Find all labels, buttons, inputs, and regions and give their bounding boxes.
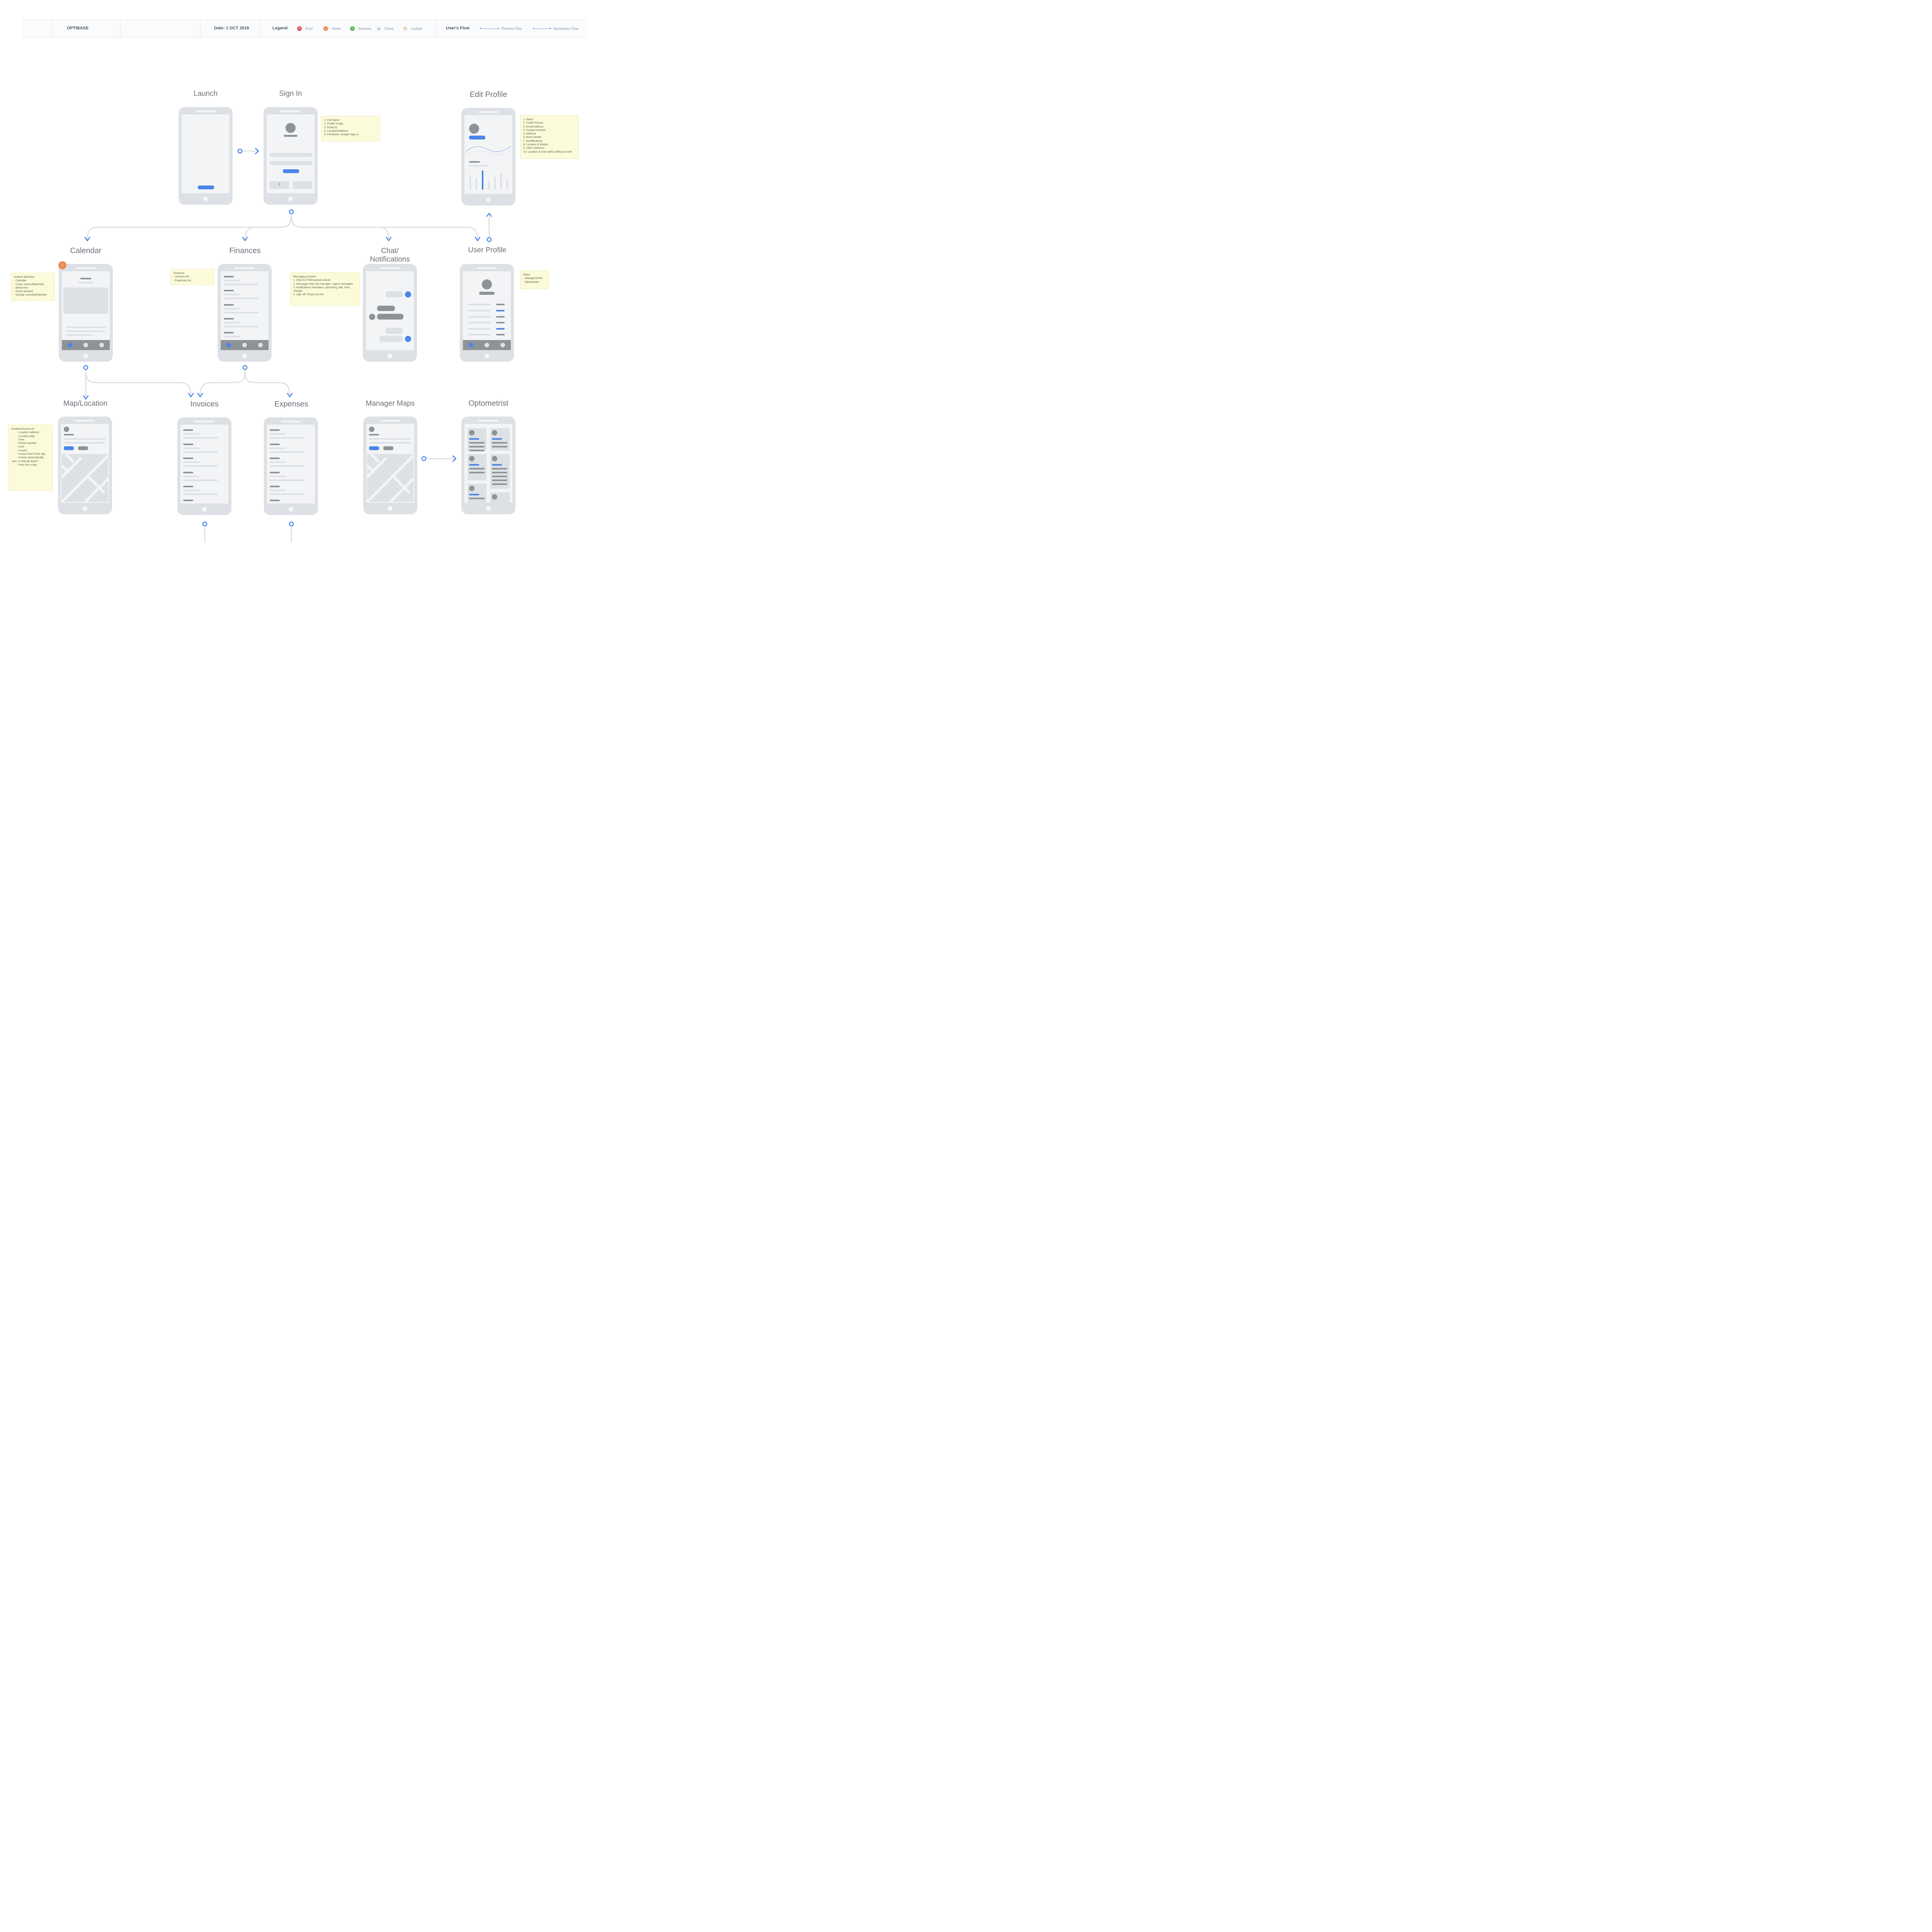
edit-button[interactable] [469,136,485,139]
calendar-phone[interactable] [59,264,113,362]
google-button[interactable] [293,181,312,189]
calendar-note: Default Tab/View. - Calendar - Colors Gr… [11,273,55,301]
map-location-note: location/invoice etc - Location Address … [9,425,53,491]
launch-phone[interactable] [179,107,233,205]
edit-profile-screen [464,115,512,194]
tab-profile[interactable] [258,343,263,347]
finances-note: Finances - Invoices list - Expenses list [170,269,214,285]
username-field[interactable] [270,153,312,157]
avatar [469,124,479,134]
accept-button[interactable] [64,446,74,450]
message-bubble [379,336,403,342]
user-flow-diagram: OPTIBASE Date: 1 OCT 2018 Legend ✕ Error… [0,0,603,543]
tab-bar [62,340,110,350]
optometrist-title: Optometrist [468,399,509,408]
launch-title: Launch [193,90,218,98]
password-field[interactable] [270,161,312,165]
facebook-button[interactable]: f [270,181,289,189]
manager-maps-phone[interactable] [363,417,417,514]
launch-screen [182,114,230,193]
optometrist-card[interactable] [490,428,510,451]
avatar [64,427,69,432]
message-bubble [377,306,395,311]
user-profile-note: Roles - Manager/Clinic - Optometrist [520,270,549,289]
map-location-screen [61,424,109,503]
sign-in-phone[interactable]: f [264,107,318,205]
optometrist-phone[interactable] [461,417,515,514]
expenses-title: Expenses [274,400,308,408]
message-bubble [377,314,403,320]
avatar [369,314,375,320]
edit-profile-phone[interactable] [461,108,515,206]
tab-bar [463,340,511,350]
profile-chart [466,146,511,155]
tab-finances[interactable] [242,343,247,347]
avatar [405,336,411,342]
edit-profile-title: Edit Profile [469,90,507,99]
tab-profile[interactable] [99,343,104,347]
map-view[interactable] [62,454,108,502]
accept-button[interactable] [369,446,379,450]
optometrist-card[interactable] [490,492,510,503]
sign-in-title: Sign In [279,90,302,98]
avatar [286,123,296,133]
finances-title: Finances [229,247,261,255]
optometrist-card[interactable] [468,484,486,503]
expenses-screen [267,425,315,503]
invoices-screen [180,425,228,503]
optometrist-card[interactable] [468,428,486,451]
sign-in-button[interactable] [283,169,299,173]
avatar [482,279,492,289]
user-profile-title: User Profile [468,246,507,254]
home-icon: ⌂ [58,261,66,269]
chat-phone[interactable] [363,264,417,362]
avatar [369,427,374,432]
chat-title: Chat/ Notifications [355,247,425,264]
finances-phone[interactable] [218,264,272,362]
sign-in-note: 1. Full Name 2. Profile Image 3. Email I… [321,116,380,141]
avatar [405,291,411,298]
invoices-phone[interactable] [177,417,231,515]
tab-finances[interactable] [485,343,489,347]
chat-screen [366,271,414,350]
user-profile-screen [463,271,511,350]
manager-maps-screen [366,424,414,503]
expenses-phone[interactable] [264,417,318,515]
map-location-phone[interactable] [58,417,112,514]
calendar-title: Calendar [70,247,102,255]
decline-button[interactable] [383,446,393,450]
chat-title-line1: Chat/ [381,247,399,255]
optometrist-card[interactable] [468,454,486,480]
tab-calendar[interactable] [68,343,72,347]
get-started-button[interactable] [198,185,214,189]
sign-in-screen: f [267,114,315,193]
tab-profile[interactable] [500,343,505,347]
map-location-title: Map/Location [63,400,108,408]
finances-screen [221,271,269,350]
optometrist-screen [464,424,512,503]
chat-note: Messaging System 1. Only for Professiona… [290,272,360,306]
calendar-screen [62,271,110,350]
tab-finances[interactable] [83,343,88,347]
manager-maps-title: Manager Maps [366,400,415,408]
user-profile-phone[interactable] [460,264,514,362]
invoices-title: Invoices [190,400,219,408]
decline-button[interactable] [78,446,88,450]
edit-profile-note: 1. Name 2. Profile Picture 3. Email Addr… [520,115,579,159]
optometrist-card[interactable] [490,454,510,489]
message-bubble [386,291,403,298]
message-bubble [386,328,403,334]
chat-title-line2: Notifications [370,255,410,264]
tab-calendar[interactable] [469,343,473,347]
calendar-grid[interactable] [63,287,108,314]
tab-calendar[interactable] [226,343,231,347]
tab-bar [221,340,269,350]
map-view[interactable] [367,454,413,502]
